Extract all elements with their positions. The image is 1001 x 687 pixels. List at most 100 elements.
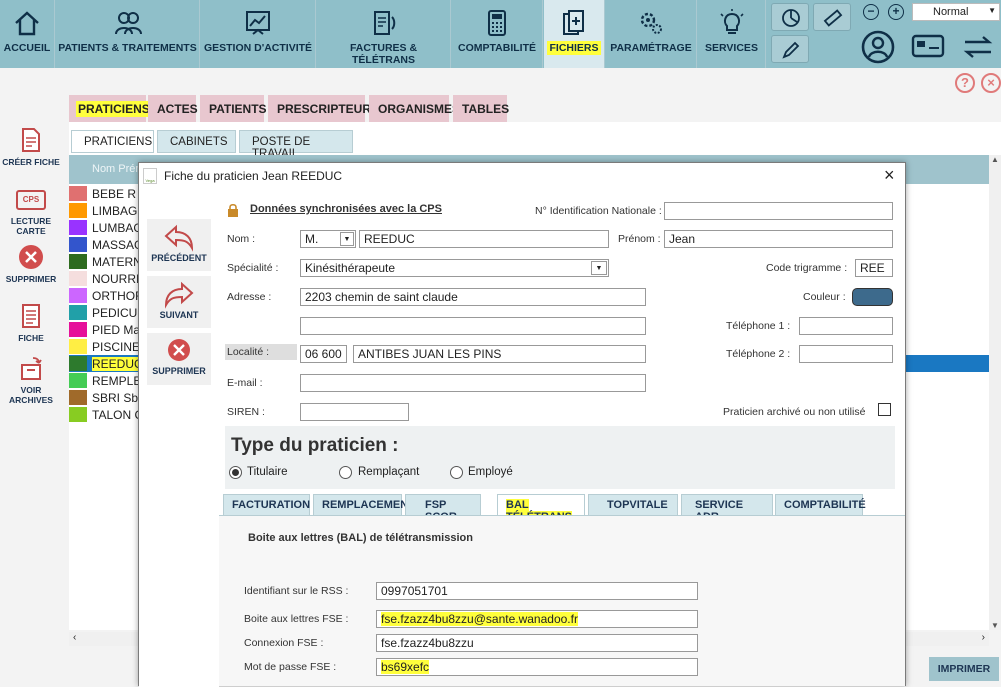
nav-accueil[interactable]: ACCUEIL bbox=[0, 0, 55, 68]
next-button[interactable]: SUIVANT bbox=[147, 276, 211, 328]
practitioner-type-section: Type du praticien : Titulaire Remplaçant… bbox=[225, 426, 895, 489]
type-radio-titulaire[interactable] bbox=[229, 466, 242, 479]
postcode-input[interactable]: 06 600 bbox=[300, 345, 347, 363]
account-button[interactable] bbox=[856, 28, 900, 66]
card-reader-button[interactable] bbox=[904, 28, 952, 66]
delete-record-label: SUPPRIMER bbox=[5, 274, 57, 284]
close-icon[interactable]: × bbox=[981, 73, 1001, 93]
practitioner-name: ORTHOF bbox=[92, 289, 143, 303]
nav-parametrage[interactable]: PARAMÉTRAGE bbox=[606, 0, 697, 68]
subtab-cabinets[interactable]: CABINETS bbox=[157, 130, 236, 153]
create-record-button[interactable]: CRÉER FICHE bbox=[2, 126, 60, 167]
edit-button[interactable] bbox=[771, 35, 809, 63]
tab-label: COMPTABILITÉ bbox=[784, 499, 866, 511]
color-swatch bbox=[69, 390, 87, 405]
scroll-up-icon[interactable]: ▲ bbox=[991, 155, 999, 164]
tab-fsp-scor[interactable]: FSP SCOR bbox=[405, 494, 481, 523]
practitioner-type-title: Type du praticien : bbox=[231, 435, 399, 456]
archived-label: Praticien archivé ou non utilisé bbox=[723, 406, 866, 418]
color-swatch bbox=[69, 203, 87, 218]
tab-prescripteurs[interactable]: PRESCRIPTEURS bbox=[268, 95, 379, 122]
color-swatch bbox=[69, 254, 87, 269]
address-line2-input[interactable] bbox=[300, 317, 646, 335]
nav-fichiers[interactable]: FICHIERS bbox=[544, 0, 605, 68]
type-label-remplacant: Remplaçant bbox=[358, 466, 420, 478]
color-swatch bbox=[69, 220, 87, 235]
tab-tables[interactable]: TABLES bbox=[453, 95, 509, 122]
nav-label: SERVICES bbox=[705, 42, 758, 54]
archives-button[interactable]: VOIR ARCHIVES bbox=[2, 354, 60, 405]
specialty-select[interactable]: Kinésithérapeute ▼ bbox=[300, 259, 609, 277]
national-id-input[interactable] bbox=[664, 202, 893, 220]
tab-praticiens[interactable]: PRATICIENS bbox=[69, 95, 152, 122]
tab-actes[interactable]: ACTES bbox=[148, 95, 198, 122]
siren-input[interactable] bbox=[300, 403, 409, 421]
tab-topvitale[interactable]: TOPVITALE bbox=[588, 494, 678, 516]
dialog-title: Fiche du praticien Jean REEDUC bbox=[164, 169, 343, 183]
column-header-name: Nom Prén bbox=[92, 163, 142, 175]
record-button[interactable]: FICHE bbox=[2, 302, 60, 343]
city-input[interactable]: ANTIBES JUAN LES PINS bbox=[353, 345, 646, 363]
trigram-input[interactable]: REE bbox=[855, 259, 893, 277]
app-logo: Vega bbox=[143, 168, 157, 184]
last-name-input[interactable]: REEDUC bbox=[359, 230, 609, 248]
scroll-down-icon[interactable]: ▼ bbox=[991, 621, 999, 630]
list-scrollbar[interactable]: ▲ ▼ bbox=[989, 155, 1001, 630]
print-button[interactable]: IMPRIMER bbox=[929, 657, 999, 681]
fse-password-input[interactable]: bs69xefc bbox=[376, 658, 698, 676]
color-label: Couleur : bbox=[803, 291, 846, 303]
nav-patients[interactable]: PATIENTS & TRAITEMENTS bbox=[56, 0, 200, 68]
type-radio-remplacant[interactable] bbox=[339, 466, 352, 479]
tab-bal-teletrans[interactable]: BAL TÉLÉTRANS bbox=[497, 494, 585, 523]
scroll-left-icon[interactable]: ‹ bbox=[73, 632, 76, 643]
tab-label: TOPVITALE bbox=[607, 499, 668, 511]
nav-factures[interactable]: FACTURES & TÉLÉTRANS bbox=[317, 0, 451, 68]
tools-button[interactable] bbox=[813, 3, 851, 31]
nav-gestion[interactable]: GESTION D'ACTIVITÉ bbox=[201, 0, 316, 68]
tab-comptabilite[interactable]: COMPTABILITÉ bbox=[775, 494, 866, 516]
zoom-select[interactable]: Normal ▼ bbox=[912, 3, 1000, 21]
dialog-delete-button[interactable]: SUPPRIMER bbox=[147, 333, 211, 385]
stats-button[interactable] bbox=[771, 3, 809, 31]
transfer-button[interactable] bbox=[955, 28, 1001, 66]
phone2-input[interactable] bbox=[799, 345, 893, 363]
files-icon bbox=[563, 10, 584, 35]
subtab-praticiens[interactable]: PRATICIENS bbox=[71, 130, 154, 153]
fse-password-label: Mot de passe FSE : bbox=[244, 661, 337, 673]
tab-facturation[interactable]: FACTURATION bbox=[223, 494, 310, 516]
help-icon[interactable]: ? bbox=[955, 73, 975, 93]
email-input[interactable] bbox=[300, 374, 646, 392]
type-radio-employe[interactable] bbox=[450, 466, 463, 479]
rss-id-label: Identifiant sur le RSS : bbox=[244, 585, 349, 597]
tab-organismes[interactable]: ORGANISMES bbox=[369, 95, 460, 122]
bal-fse-input[interactable]: fse.fzazz4bu8zzu@sante.wanadoo.fr bbox=[376, 610, 698, 628]
specialty-label: Spécialité : bbox=[227, 262, 279, 274]
tab-service-adr[interactable]: SERVICE ADR bbox=[681, 494, 773, 523]
color-swatch bbox=[69, 339, 87, 354]
dialog-close-icon[interactable]: × bbox=[884, 165, 895, 186]
first-name-input[interactable]: Jean bbox=[664, 230, 893, 248]
color-swatch bbox=[69, 237, 87, 252]
delete-circle-icon bbox=[168, 339, 190, 361]
civility-select[interactable]: M. ▼ bbox=[300, 230, 356, 248]
nav-comptabilite[interactable]: COMPTABILITÉ bbox=[452, 0, 543, 68]
zoom-in-icon[interactable]: + bbox=[888, 4, 904, 20]
archived-checkbox[interactable] bbox=[878, 403, 891, 416]
subtab-poste-de-travail[interactable]: POSTE DE TRAVAIL bbox=[239, 130, 353, 160]
address-line1-input[interactable]: 2203 chemin de saint claude bbox=[300, 288, 646, 306]
bal-fse-value: fse.fzazz4bu8zzu@sante.wanadoo.fr bbox=[381, 612, 578, 626]
rss-id-input[interactable]: 0997051701 bbox=[376, 582, 698, 600]
zoom-out-icon[interactable]: − bbox=[863, 4, 879, 20]
tab-patients[interactable]: PATIENTS bbox=[200, 95, 267, 122]
nav-services[interactable]: SERVICES bbox=[698, 0, 766, 68]
delete-record-button[interactable]: SUPPRIMER bbox=[2, 243, 60, 284]
previous-button[interactable]: PRÉCÉDENT bbox=[147, 219, 211, 271]
fse-login-input[interactable]: fse.fzazz4bu8zzu bbox=[376, 634, 698, 652]
scroll-right-icon[interactable]: › bbox=[982, 632, 985, 643]
tab-remplacement[interactable]: REMPLACEMENT bbox=[313, 494, 415, 516]
ruler-icon bbox=[823, 9, 843, 27]
bal-fse-label: Boite aux lettres FSE : bbox=[244, 613, 349, 625]
color-swatch[interactable] bbox=[852, 288, 893, 306]
read-card-button[interactable]: CPS LECTURE CARTE bbox=[2, 187, 60, 236]
phone1-input[interactable] bbox=[799, 317, 893, 335]
